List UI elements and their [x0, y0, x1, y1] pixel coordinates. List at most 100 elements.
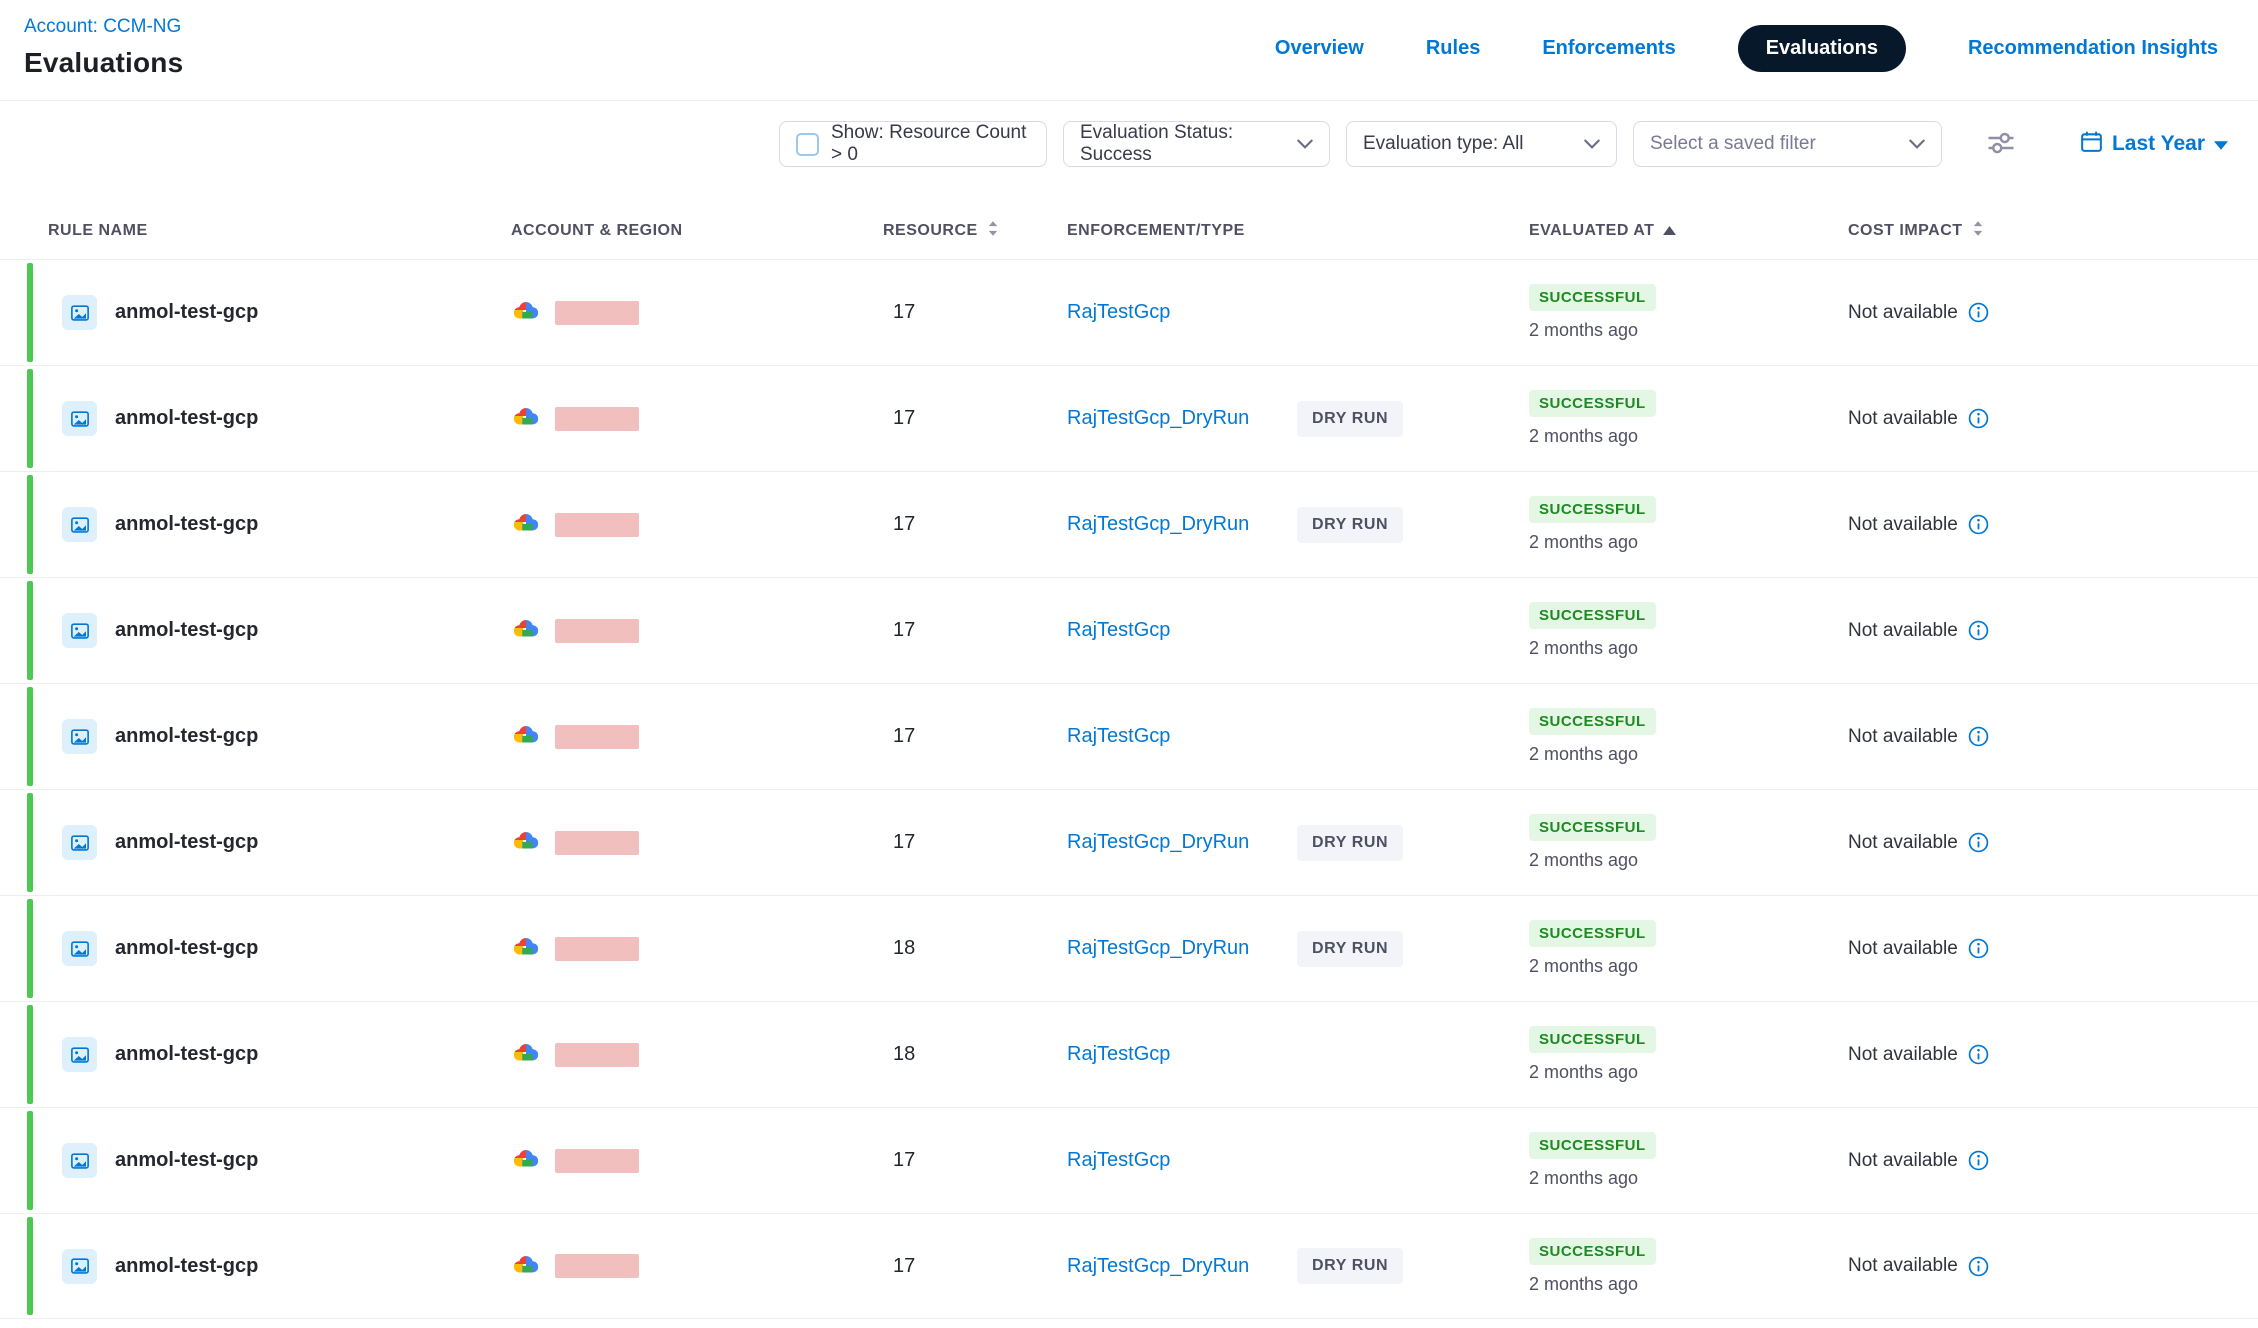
- date-range-value: Last Year: [2112, 132, 2205, 156]
- table-row[interactable]: anmol-test-gcp: [0, 365, 2258, 471]
- info-icon[interactable]: [1968, 938, 1989, 959]
- evaluated-at-cell: SUCCESSFUL 2 months ago: [1529, 708, 1848, 765]
- rule-name-cell: anmol-test-gcp: [48, 719, 511, 754]
- enforcement-link[interactable]: RajTestGcp: [1067, 725, 1297, 748]
- resource-count-checkbox[interactable]: [796, 133, 819, 156]
- evaluation-type-dropdown[interactable]: Evaluation type: All: [1346, 121, 1617, 167]
- enforcement-link[interactable]: RajTestGcp: [1067, 1149, 1297, 1172]
- rule-name: anmol-test-gcp: [115, 831, 258, 854]
- dry-run-badge: DRY RUN: [1297, 401, 1403, 437]
- table-row[interactable]: anmol-test-gcp: [0, 895, 2258, 1001]
- info-icon[interactable]: [1968, 832, 1989, 853]
- tab-rules[interactable]: Rules: [1426, 37, 1480, 60]
- cost-impact-cell: Not available: [1848, 514, 2218, 536]
- cost-impact-cell: Not available: [1848, 408, 2218, 430]
- date-range-button[interactable]: Last Year: [2080, 130, 2228, 159]
- column-label: EVALUATED AT: [1529, 222, 1654, 240]
- rule-icon: [62, 1249, 97, 1284]
- table-row[interactable]: anmol-test-gcp: [0, 471, 2258, 577]
- enforcement-link[interactable]: RajTestGcp_DryRun: [1067, 937, 1297, 960]
- rule-icon: [62, 825, 97, 860]
- cost-impact-value: Not available: [1848, 1044, 1958, 1066]
- enforcement-cell: RajTestGcp: [1067, 1149, 1529, 1172]
- row-success-bar: [27, 369, 33, 468]
- gcp-icon: [511, 935, 541, 962]
- info-icon[interactable]: [1968, 1044, 1989, 1065]
- enforcement-link[interactable]: RajTestGcp_DryRun: [1067, 1255, 1297, 1278]
- column-header-evaluated-at[interactable]: EVALUATED AT: [1529, 222, 1848, 240]
- info-icon[interactable]: [1968, 1150, 1989, 1171]
- table-row[interactable]: anmol-test-gcp: [0, 683, 2258, 789]
- enforcement-cell: RajTestGcp_DryRun DRY RUN: [1067, 825, 1529, 861]
- account-name-redacted: [555, 301, 639, 325]
- account-name-redacted: [555, 1254, 639, 1278]
- evaluation-status-dropdown[interactable]: Evaluation Status: Success: [1063, 121, 1330, 167]
- tab-recommendation-insights[interactable]: Recommendation Insights: [1968, 37, 2218, 60]
- rule-icon: [62, 1143, 97, 1178]
- resource-count: 17: [883, 301, 1067, 324]
- tab-enforcements[interactable]: Enforcements: [1542, 37, 1675, 60]
- table-row[interactable]: anmol-test-gcp: [0, 577, 2258, 683]
- status-badge: SUCCESSFUL: [1529, 1026, 1656, 1053]
- info-icon[interactable]: [1968, 1256, 1989, 1277]
- cost-impact-value: Not available: [1848, 938, 1958, 960]
- info-icon[interactable]: [1968, 726, 1989, 747]
- evaluated-time: 2 months ago: [1529, 426, 1638, 447]
- account-name-redacted: [555, 831, 639, 855]
- rule-name-cell: anmol-test-gcp: [48, 1037, 511, 1072]
- enforcement-link[interactable]: RajTestGcp: [1067, 301, 1297, 324]
- cost-impact-cell: Not available: [1848, 938, 2218, 960]
- column-header-cost-impact[interactable]: COST IMPACT: [1848, 220, 2218, 242]
- enforcement-link[interactable]: RajTestGcp: [1067, 1043, 1297, 1066]
- resource-count-filter[interactable]: Show: Resource Count > 0: [779, 121, 1047, 167]
- rule-name-cell: anmol-test-gcp: [48, 401, 511, 436]
- resource-count: 17: [883, 619, 1067, 642]
- info-icon[interactable]: [1968, 620, 1989, 641]
- gcp-icon: [511, 405, 541, 432]
- rule-name-cell: anmol-test-gcp: [48, 507, 511, 542]
- row-success-bar: [27, 1111, 33, 1210]
- resource-count: 17: [883, 725, 1067, 748]
- enforcement-link[interactable]: RajTestGcp_DryRun: [1067, 407, 1297, 430]
- table-row[interactable]: anmol-test-gcp: [0, 259, 2258, 365]
- enforcement-cell: RajTestGcp_DryRun DRY RUN: [1067, 931, 1529, 967]
- filter-settings-button[interactable]: [1986, 130, 2016, 159]
- gcp-icon: [511, 617, 541, 644]
- info-icon[interactable]: [1968, 514, 1989, 535]
- sort-asc-icon[interactable]: [1663, 222, 1676, 240]
- resource-count: 17: [883, 407, 1067, 430]
- column-header-rule-name: RULE NAME: [48, 222, 511, 240]
- resource-count-filter-label: Show: Resource Count > 0: [831, 122, 1030, 166]
- account-region-cell: [511, 405, 883, 432]
- evaluation-status-value: Evaluation Status: Success: [1080, 122, 1285, 166]
- evaluated-time: 2 months ago: [1529, 638, 1638, 659]
- account-breadcrumb[interactable]: Account: CCM-NG: [24, 16, 181, 38]
- info-icon[interactable]: [1968, 302, 1989, 323]
- info-icon[interactable]: [1968, 408, 1989, 429]
- sort-icon[interactable]: [987, 220, 999, 242]
- enforcement-cell: RajTestGcp: [1067, 1043, 1529, 1066]
- table-row[interactable]: anmol-test-gcp: [0, 1213, 2258, 1319]
- account-name-redacted: [555, 1149, 639, 1173]
- rule-name: anmol-test-gcp: [115, 1043, 258, 1066]
- filter-bar: Show: Resource Count > 0 Evaluation Stat…: [0, 101, 2258, 167]
- tab-evaluations[interactable]: Evaluations: [1738, 25, 1906, 72]
- enforcement-link[interactable]: RajTestGcp_DryRun: [1067, 513, 1297, 536]
- tab-overview[interactable]: Overview: [1275, 37, 1364, 60]
- enforcement-link[interactable]: RajTestGcp: [1067, 619, 1297, 642]
- resource-count: 18: [883, 937, 1067, 960]
- column-header-resource[interactable]: RESOURCE: [883, 220, 1067, 242]
- table-row[interactable]: anmol-test-gcp: [0, 1107, 2258, 1213]
- evaluated-time: 2 months ago: [1529, 532, 1638, 553]
- rule-name: anmol-test-gcp: [115, 937, 258, 960]
- cost-impact-value: Not available: [1848, 832, 1958, 854]
- sort-icon[interactable]: [1972, 220, 1984, 242]
- table-row[interactable]: anmol-test-gcp: [0, 1001, 2258, 1107]
- evaluated-at-cell: SUCCESSFUL 2 months ago: [1529, 1026, 1848, 1083]
- cost-impact-value: Not available: [1848, 620, 1958, 642]
- account-name-redacted: [555, 407, 639, 431]
- dry-run-badge: DRY RUN: [1297, 931, 1403, 967]
- table-row[interactable]: anmol-test-gcp: [0, 789, 2258, 895]
- saved-filter-dropdown[interactable]: Select a saved filter: [1633, 121, 1942, 167]
- enforcement-link[interactable]: RajTestGcp_DryRun: [1067, 831, 1297, 854]
